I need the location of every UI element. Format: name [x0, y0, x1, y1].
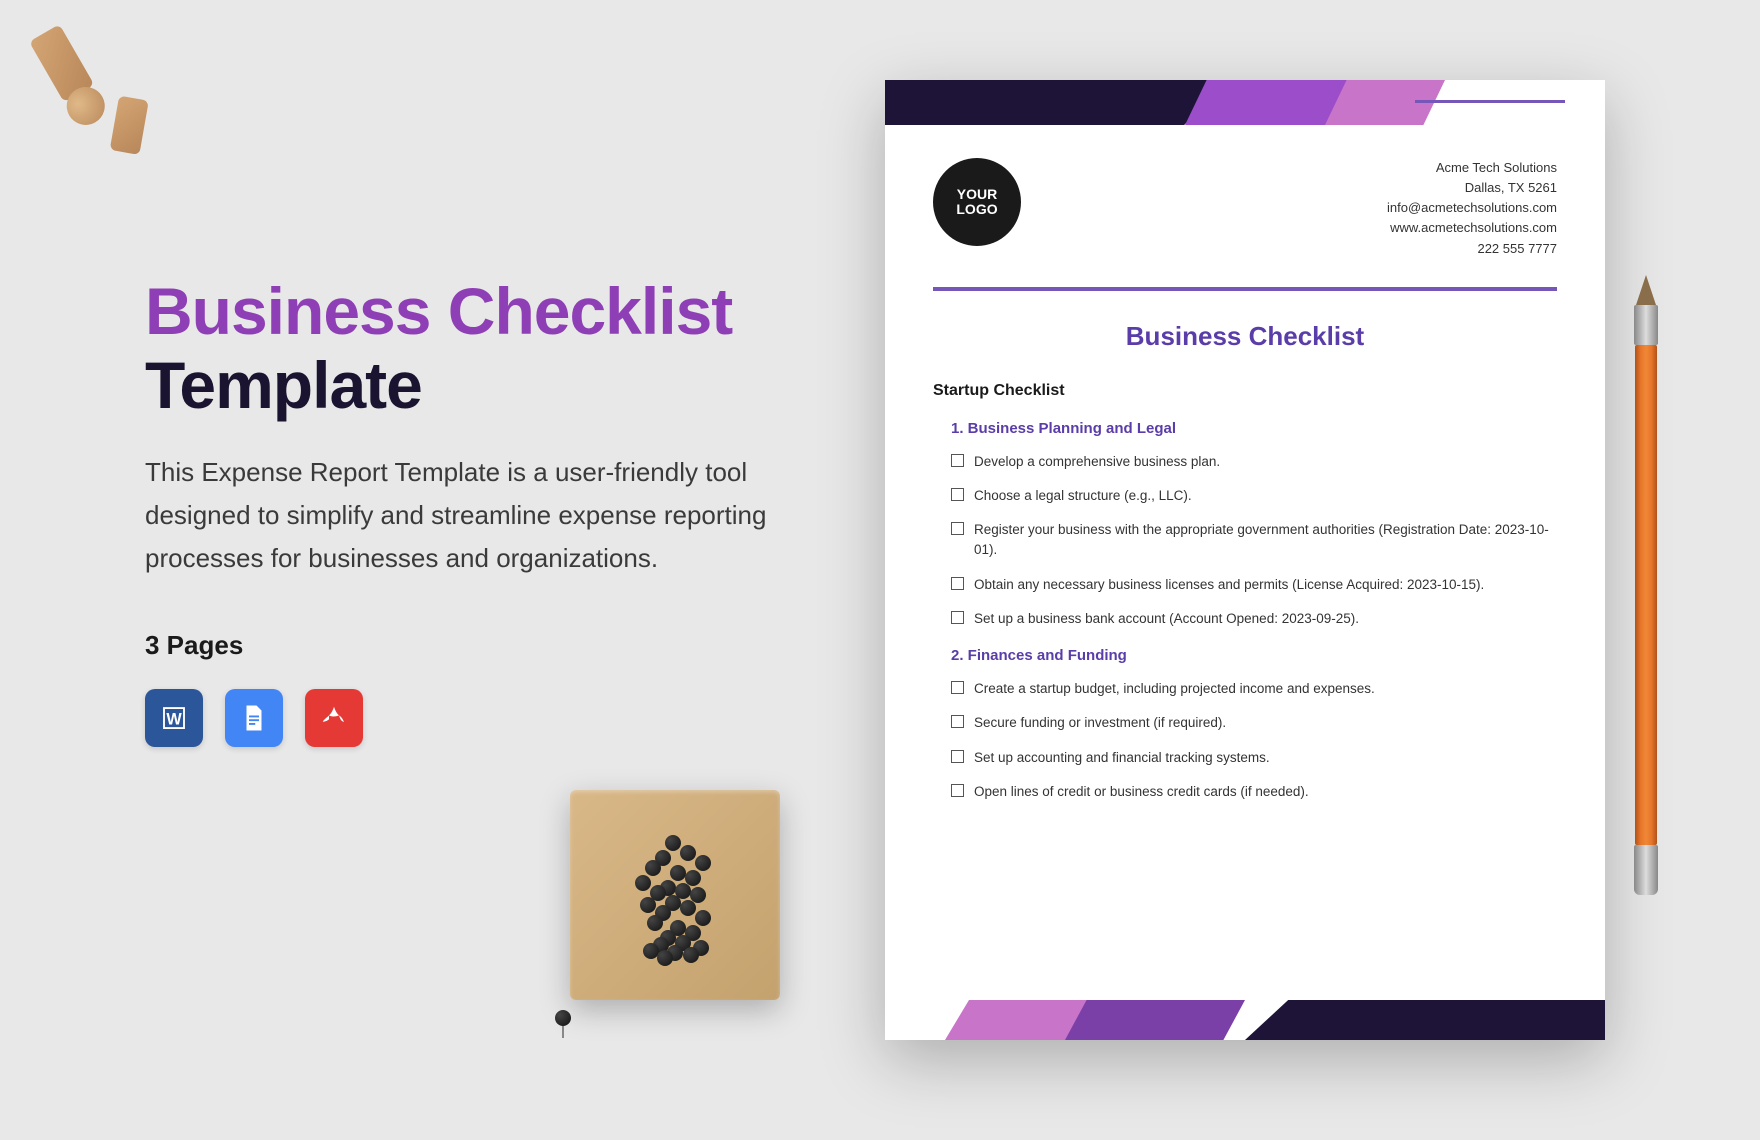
- pdf-icon: [305, 689, 363, 747]
- company-address: Dallas, TX 5261: [1387, 178, 1557, 198]
- company-website: www.acmetechsolutions.com: [1387, 218, 1557, 238]
- hero-description: This Expense Report Template is a user-f…: [145, 451, 785, 580]
- company-name: Acme Tech Solutions: [1387, 158, 1557, 178]
- hero-title-line1: Business Checklist: [145, 275, 825, 348]
- checkbox-icon: [951, 715, 964, 728]
- doc-title: Business Checklist: [885, 321, 1605, 352]
- checklist-item-text: Set up accounting and financial tracking…: [974, 748, 1270, 768]
- logo-text-line2: LOGO: [956, 202, 997, 217]
- subsection-heading: 2. Finances and Funding: [951, 647, 1557, 664]
- mannequin-decoration: [0, 0, 217, 207]
- checkbox-icon: [951, 522, 964, 535]
- checklist-item-text: Register your business with the appropri…: [974, 520, 1557, 561]
- checklist-item: Register your business with the appropri…: [951, 520, 1557, 561]
- file-format-icons: W: [145, 689, 825, 747]
- hero-panel: Business Checklist Template This Expense…: [145, 275, 825, 747]
- company-info: Acme Tech Solutions Dallas, TX 5261 info…: [1387, 158, 1557, 259]
- doc-header-decoration: [885, 80, 1605, 130]
- gdocs-icon: [225, 689, 283, 747]
- logo-placeholder: YOUR LOGO: [933, 158, 1021, 246]
- doc-divider: [933, 287, 1557, 291]
- checkbox-icon: [951, 784, 964, 797]
- checklist-item-text: Create a startup budget, including proje…: [974, 679, 1375, 699]
- subsection-heading: 1. Business Planning and Legal: [951, 420, 1557, 437]
- checklist-item: Develop a comprehensive business plan.: [951, 452, 1557, 472]
- checklist-item: Set up a business bank account (Account …: [951, 609, 1557, 629]
- hero-title-line2: Template: [145, 348, 825, 424]
- doc-footer-decoration: [885, 998, 1605, 1040]
- checklist-item-text: Set up a business bank account (Account …: [974, 609, 1359, 629]
- checklist-item-text: Choose a legal structure (e.g., LLC).: [974, 486, 1192, 506]
- checkbox-icon: [951, 454, 964, 467]
- checklist-item: Secure funding or investment (if require…: [951, 713, 1557, 733]
- logo-text-line1: YOUR: [957, 187, 997, 202]
- stray-pushpin: [555, 1010, 571, 1026]
- section-title: Startup Checklist: [933, 382, 1557, 400]
- checkbox-icon: [951, 681, 964, 694]
- checkbox-icon: [951, 488, 964, 501]
- checklist-item-text: Obtain any necessary business licenses a…: [974, 575, 1484, 595]
- checkbox-icon: [951, 750, 964, 763]
- pen-decoration: [1632, 275, 1660, 905]
- pushpin-block: [570, 790, 780, 1000]
- checklist-item-text: Develop a comprehensive business plan.: [974, 452, 1220, 472]
- company-phone: 222 555 7777: [1387, 239, 1557, 259]
- checklist-item-text: Open lines of credit or business credit …: [974, 782, 1309, 802]
- doc-body: Startup Checklist 1. Business Planning a…: [885, 382, 1605, 803]
- company-email: info@acmetechsolutions.com: [1387, 198, 1557, 218]
- checklist-item: Open lines of credit or business credit …: [951, 782, 1557, 802]
- checklist-item: Set up accounting and financial tracking…: [951, 748, 1557, 768]
- checklist-item-text: Secure funding or investment (if require…: [974, 713, 1226, 733]
- checkbox-icon: [951, 577, 964, 590]
- svg-text:W: W: [166, 710, 182, 728]
- checkbox-icon: [951, 611, 964, 624]
- pages-label: 3 Pages: [145, 630, 825, 661]
- checklist-item: Choose a legal structure (e.g., LLC).: [951, 486, 1557, 506]
- document-preview: YOUR LOGO Acme Tech Solutions Dallas, TX…: [885, 80, 1605, 1040]
- word-icon: W: [145, 689, 203, 747]
- checklist-item: Create a startup budget, including proje…: [951, 679, 1557, 699]
- checklist-item: Obtain any necessary business licenses a…: [951, 575, 1557, 595]
